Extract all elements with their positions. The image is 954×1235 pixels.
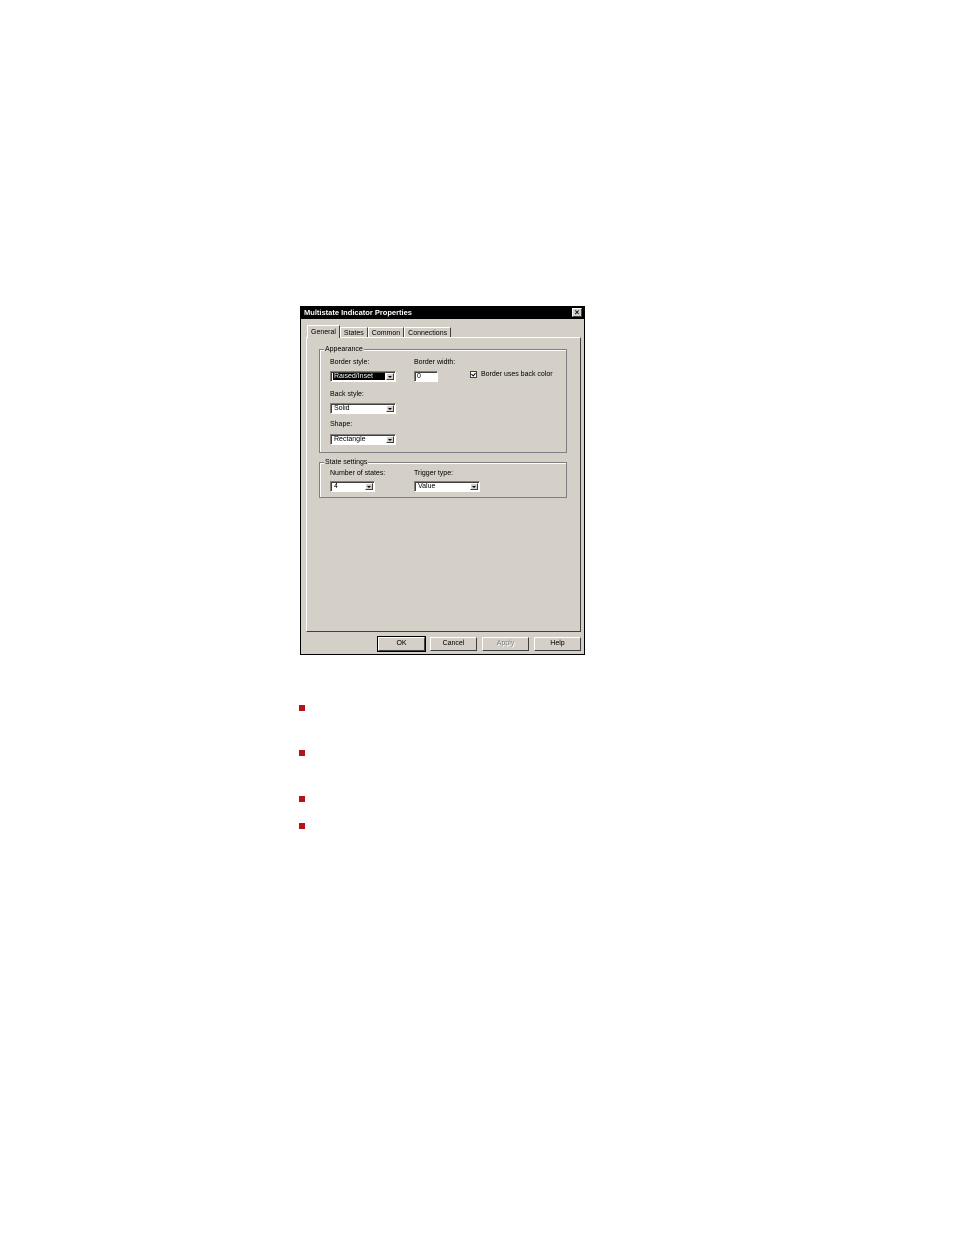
bullet-marker (299, 823, 305, 829)
back-style-label: Back style: (330, 391, 364, 398)
trigger-type-value: Value (418, 483, 436, 490)
border-uses-back-color-checkbox[interactable] (470, 371, 477, 378)
chevron-down-icon[interactable] (386, 436, 394, 443)
border-width-input[interactable]: 0 (414, 371, 438, 382)
close-button[interactable]: × (572, 308, 582, 317)
border-width-label: Border width: (414, 359, 456, 366)
cancel-button[interactable]: Cancel (430, 637, 477, 651)
properties-dialog: Multistate Indicator Properties × Genera… (300, 306, 585, 655)
shape-value: Rectangle (334, 436, 366, 443)
back-style-select[interactable]: Solid (330, 403, 396, 414)
chevron-down-icon[interactable] (386, 373, 394, 380)
chevron-down-icon[interactable] (386, 405, 394, 412)
dialog-title: Multistate Indicator Properties (304, 308, 412, 317)
apply-button[interactable]: Apply (482, 637, 529, 651)
help-button[interactable]: Help (534, 637, 581, 651)
number-of-states-select[interactable]: 4 (330, 481, 375, 492)
state-settings-group: State settings Number of states: 4 Trigg… (319, 458, 567, 498)
border-style-value: Raised/Inset (333, 373, 385, 380)
ok-button[interactable]: OK (377, 636, 426, 652)
bullet-marker (299, 705, 305, 711)
chevron-down-icon[interactable] (365, 483, 373, 490)
border-uses-back-color-label: Border uses back color (481, 371, 553, 378)
bullet-marker (299, 750, 305, 756)
shape-label: Shape: (330, 421, 353, 428)
page: Multistate Indicator Properties × Genera… (0, 0, 954, 1235)
tab-general[interactable]: General (307, 325, 340, 338)
general-tab-panel: Appearance Border style: Raised/Inset Bo… (306, 337, 581, 632)
appearance-group: Appearance Border style: Raised/Inset Bo… (319, 345, 567, 453)
close-icon: × (574, 308, 580, 317)
back-style-value: Solid (334, 405, 350, 412)
number-of-states-value: 4 (334, 483, 338, 490)
shape-select[interactable]: Rectangle (330, 434, 396, 445)
chevron-down-icon[interactable] (470, 483, 478, 490)
title-bar: Multistate Indicator Properties × (301, 307, 584, 319)
trigger-type-label: Trigger type: (414, 470, 454, 477)
appearance-group-label: Appearance (324, 345, 364, 354)
number-of-states-label: Number of states: (330, 470, 386, 477)
trigger-type-select[interactable]: Value (414, 481, 480, 492)
bullet-marker (299, 796, 305, 802)
border-style-label: Border style: (330, 359, 370, 366)
border-style-select[interactable]: Raised/Inset (330, 371, 396, 382)
state-settings-group-label: State settings (324, 458, 369, 467)
